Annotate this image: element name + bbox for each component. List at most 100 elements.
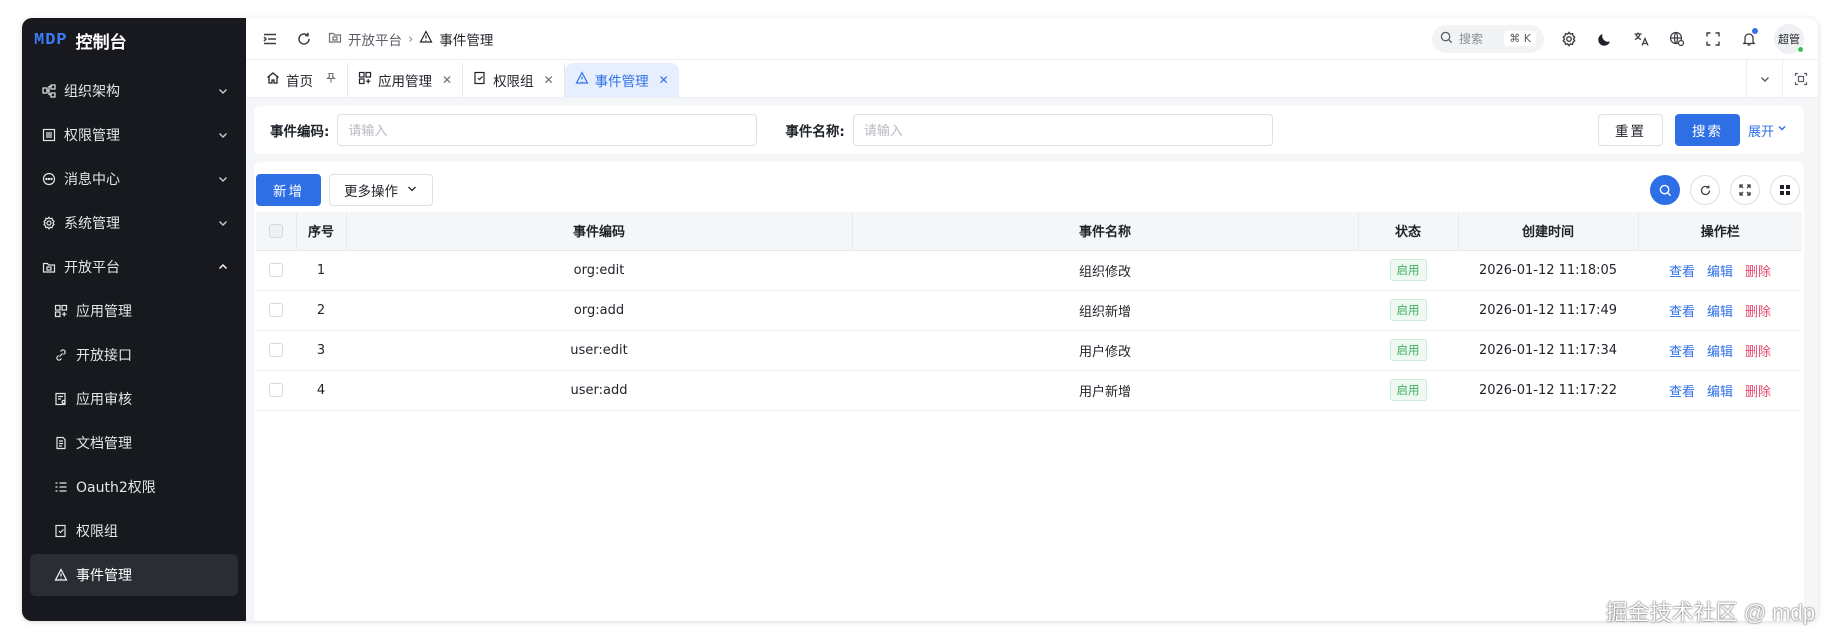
maximize-content-icon[interactable] [1782, 60, 1818, 98]
close-icon[interactable]: ✕ [659, 73, 669, 87]
reset-button[interactable]: 重置 [1597, 114, 1663, 146]
table-fullscreen-icon[interactable] [1730, 175, 1760, 205]
table-toolbar: 新增 更多操作 [256, 174, 1802, 206]
sidebar-item-label: 消息中心 [64, 172, 120, 188]
row-number: 4 [296, 370, 346, 411]
row-checkbox[interactable] [269, 263, 283, 277]
expand-toggle[interactable]: 展开 [1748, 121, 1788, 140]
sidebar-item-org[interactable]: 组织架构 [30, 70, 238, 112]
tab-event-management[interactable]: 事件管理 ✕ [564, 63, 679, 97]
fullscreen-icon[interactable] [1702, 28, 1724, 50]
view-link[interactable]: 查看 [1669, 345, 1695, 360]
actions-cell: 查看 编辑 删除 [1638, 290, 1802, 331]
sidebar-item-system[interactable]: 系统管理 [30, 202, 238, 244]
edit-link[interactable]: 编辑 [1707, 345, 1733, 360]
refresh-icon[interactable] [294, 29, 314, 49]
view-link[interactable]: 查看 [1669, 385, 1695, 400]
created-time: 2026-01-12 11:18:05 [1458, 250, 1638, 291]
view-link[interactable]: 查看 [1669, 265, 1695, 280]
view-link[interactable]: 查看 [1669, 305, 1695, 320]
menu-toggle-icon[interactable] [260, 29, 280, 49]
sidebar-item-label: 开放平台 [64, 260, 120, 276]
delete-link[interactable]: 删除 [1745, 265, 1771, 280]
message-icon [40, 170, 58, 188]
delete-link[interactable]: 删除 [1745, 385, 1771, 400]
sidebar-subitem-doc[interactable]: 文档管理 [30, 422, 238, 464]
event-name-input[interactable] [852, 114, 1273, 146]
tabs-dropdown-icon[interactable] [1746, 60, 1782, 98]
tab-home[interactable]: 首页 [256, 63, 348, 97]
delete-link[interactable]: 删除 [1745, 305, 1771, 320]
logo[interactable]: MDP 控制台 [22, 20, 246, 60]
edit-link[interactable]: 编辑 [1707, 305, 1733, 320]
sidebar-item-label: 权限管理 [64, 128, 120, 144]
sidebar-subitem-label: 应用管理 [76, 304, 132, 320]
tab-app-management[interactable]: 应用管理 ✕ [348, 63, 464, 97]
status-badge: 启用 [1389, 299, 1427, 321]
search-button[interactable]: 搜索 [1674, 114, 1740, 146]
sidebar-subitem-event[interactable]: 事件管理 [30, 554, 238, 596]
sidebar-item-open-platform[interactable]: 开放平台 [30, 246, 238, 288]
column-header: 事件编码 [346, 212, 853, 251]
event-name: 组织新增 [852, 290, 1358, 331]
column-settings-icon[interactable] [1770, 175, 1800, 205]
table-row: 3 user:edit 用户修改 启用 2026-01-12 11:17:34 … [256, 330, 1802, 371]
sidebar-subitem-app[interactable]: 应用管理 [30, 290, 238, 332]
main-area: 开放平台 › 事件管理 搜索 ⌘ K 超管 首页 应用管理 ✕ 权限组 ✕ 事件… [246, 18, 1818, 621]
chevron-down-icon [216, 84, 230, 98]
close-icon[interactable]: ✕ [544, 73, 554, 87]
select-all-checkbox[interactable] [268, 223, 283, 238]
avatar[interactable]: 超管 [1774, 23, 1804, 54]
breadcrumb-item[interactable]: 开放平台 [348, 29, 402, 49]
moon-icon[interactable] [1594, 28, 1616, 50]
sidebar-subitem-label: 应用审核 [76, 392, 132, 408]
globe-icon[interactable] [1666, 28, 1688, 50]
tab-perm-group[interactable]: 权限组 ✕ [463, 63, 565, 97]
bell-icon[interactable] [1738, 27, 1760, 50]
search-shortcut: ⌘ K [1504, 31, 1536, 46]
sidebar-subitem-label: 文档管理 [76, 436, 132, 452]
sidebar-subitem-oauth2[interactable]: Oauth2权限 [30, 466, 238, 508]
sidebar-item-permission[interactable]: 权限管理 [30, 114, 238, 156]
translate-icon[interactable] [1630, 28, 1652, 50]
edit-link[interactable]: 编辑 [1707, 265, 1733, 280]
chevron-down-icon [216, 128, 230, 142]
add-button[interactable]: 新增 [256, 174, 321, 206]
row-checkbox[interactable] [269, 343, 283, 357]
sidebar-subitem-audit[interactable]: 应用审核 [30, 378, 238, 420]
chevron-down-icon [406, 183, 418, 198]
audit-icon [52, 390, 70, 408]
close-icon[interactable]: ✕ [442, 73, 452, 87]
status-cell: 启用 [1358, 330, 1458, 371]
sidebar-subitem-label: 事件管理 [76, 568, 132, 584]
more-actions-button[interactable]: 更多操作 [329, 174, 433, 206]
status-badge: 启用 [1389, 339, 1427, 361]
edit-link[interactable]: 编辑 [1707, 385, 1733, 400]
settings-icon[interactable] [1558, 28, 1580, 50]
sidebar-subitem-open-api[interactable]: 开放接口 [30, 334, 238, 376]
link-icon [52, 346, 70, 364]
breadcrumb-current: 事件管理 [439, 32, 494, 49]
pin-icon[interactable] [325, 72, 337, 88]
tabs-controls [1746, 60, 1818, 98]
event-code: user:add [346, 370, 852, 411]
sidebar-subitem-perm-group[interactable]: 权限组 [30, 510, 238, 552]
event-table: 序号 事件编码 事件名称 状态 创建时间 操作栏 1 org:edit 组织修改… [256, 212, 1802, 411]
chevron-up-icon [216, 260, 230, 274]
row-checkbox[interactable] [269, 383, 283, 397]
gear-icon [40, 214, 58, 232]
sidebar-item-message[interactable]: 消息中心 [30, 158, 238, 200]
global-search[interactable]: 搜索 ⌘ K [1432, 24, 1544, 53]
row-checkbox[interactable] [269, 303, 283, 317]
delete-link[interactable]: 删除 [1745, 345, 1771, 360]
folder-icon [328, 30, 342, 48]
status-cell: 启用 [1358, 250, 1458, 291]
event-code-input[interactable] [337, 114, 758, 146]
app-window: MDP 控制台 组织架构 权限管理 消息中心 系统管理 开放平台 应用管理 开放… [22, 18, 1818, 621]
toggle-search-icon[interactable] [1650, 175, 1680, 205]
sidebar: MDP 控制台 组织架构 权限管理 消息中心 系统管理 开放平台 应用管理 开放… [22, 18, 246, 621]
actions-cell: 查看 编辑 删除 [1638, 250, 1802, 291]
table-refresh-icon[interactable] [1690, 175, 1720, 205]
perm-group-icon [52, 522, 70, 540]
tab-label: 权限组 [493, 74, 534, 90]
